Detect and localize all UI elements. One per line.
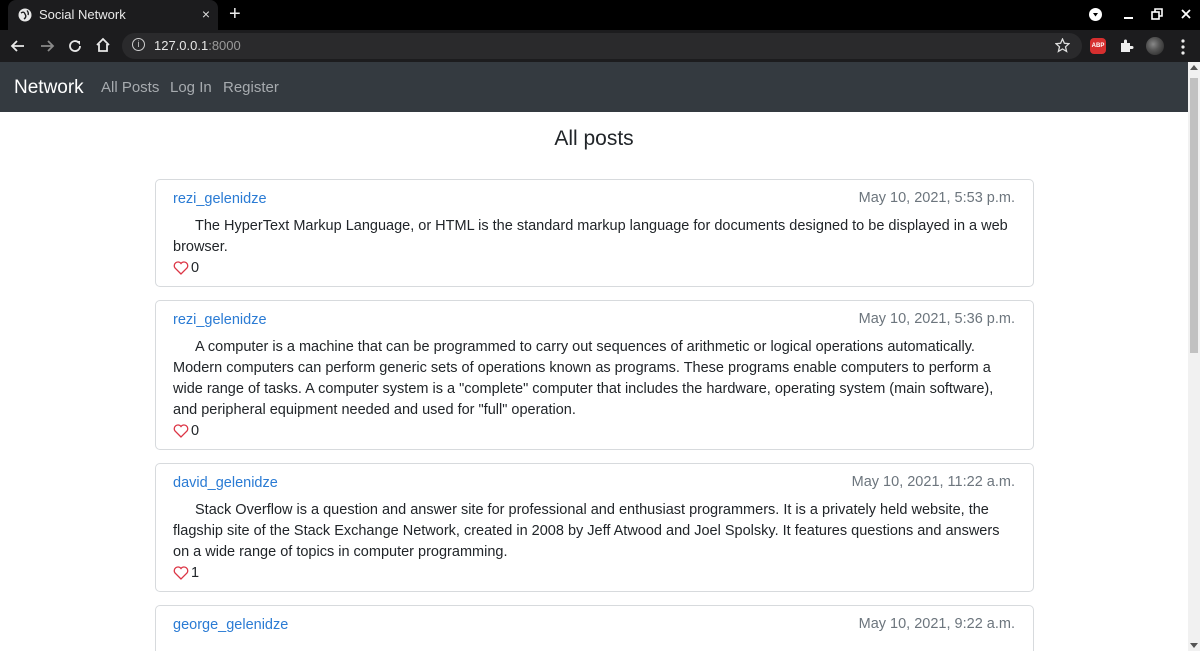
minimize-icon[interactable] <box>1123 10 1135 20</box>
post-timestamp: May 10, 2021, 5:36 p.m. <box>858 311 1015 327</box>
nav-link-log-in[interactable]: Log In <box>170 79 212 96</box>
post-likes: 1 <box>173 565 1016 581</box>
page-scrollbar[interactable] <box>1188 62 1200 651</box>
menu-icon[interactable] <box>1180 39 1186 55</box>
scrollbar-thumb[interactable] <box>1190 78 1198 353</box>
window-close-icon[interactable] <box>1180 8 1192 20</box>
post-likes: 0 <box>173 423 1016 439</box>
post-card: rezi_gelenidze May 10, 2021, 5:36 p.m. A… <box>155 300 1034 450</box>
address-bar[interactable]: i 127.0.0.1:8000 <box>122 33 1082 59</box>
post-author-link[interactable]: george_gelenidze <box>173 617 288 633</box>
like-count: 0 <box>191 423 200 439</box>
new-tab-button[interactable]: + <box>229 3 241 26</box>
reload-icon[interactable] <box>67 38 83 54</box>
post-timestamp: May 10, 2021, 5:53 p.m. <box>858 190 1015 206</box>
post-author-link[interactable]: david_gelenidze <box>173 475 278 491</box>
post-timestamp: May 10, 2021, 9:22 a.m. <box>858 616 1015 632</box>
browser-tab[interactable]: Social Network × <box>8 0 218 30</box>
media-control-icon[interactable] <box>1089 8 1102 21</box>
profile-avatar[interactable] <box>1146 37 1164 55</box>
post-body: Stack Overflow is a question and answer … <box>173 502 1000 560</box>
extensions-icon[interactable] <box>1119 38 1134 53</box>
post-card: david_gelenidze May 10, 2021, 11:22 a.m.… <box>155 463 1034 592</box>
restore-icon[interactable] <box>1151 8 1163 20</box>
post-author-link[interactable]: rezi_gelenidze <box>173 191 267 207</box>
info-icon[interactable]: i <box>132 38 145 51</box>
posts-list: rezi_gelenidze May 10, 2021, 5:53 p.m. T… <box>155 179 1034 651</box>
heart-icon[interactable] <box>173 424 189 438</box>
nav-link-all-posts[interactable]: All Posts <box>101 79 159 96</box>
home-icon[interactable] <box>95 37 111 53</box>
navbar-brand[interactable]: Network <box>14 77 84 99</box>
tab-close-icon[interactable]: × <box>202 6 210 22</box>
post-author-link[interactable]: rezi_gelenidze <box>173 312 267 328</box>
page-title: All posts <box>554 127 634 150</box>
post-card: george_gelenidze May 10, 2021, 9:22 a.m. <box>155 605 1034 651</box>
star-icon[interactable] <box>1055 38 1070 53</box>
like-count: 1 <box>191 565 200 581</box>
globe-icon <box>18 8 32 22</box>
post-likes: 0 <box>173 260 1016 276</box>
tab-title: Social Network <box>39 7 126 22</box>
browser-toolbar: i 127.0.0.1:8000 ABP <box>0 30 1200 62</box>
browser-tab-bar: Social Network × + <box>0 0 1200 30</box>
post-body: The HyperText Markup Language, or HTML i… <box>173 218 1008 255</box>
heart-icon[interactable] <box>173 261 189 275</box>
heart-icon[interactable] <box>173 566 189 580</box>
post-card: rezi_gelenidze May 10, 2021, 5:53 p.m. T… <box>155 179 1034 287</box>
adblock-icon[interactable]: ABP <box>1090 38 1106 54</box>
site-navbar: Network All Posts Log In Register <box>0 62 1188 112</box>
scroll-up-icon[interactable] <box>1190 65 1198 70</box>
scroll-down-icon[interactable] <box>1190 643 1198 648</box>
post-body: A computer is a machine that can be prog… <box>173 339 994 418</box>
url-text[interactable]: 127.0.0.1:8000 <box>154 38 241 53</box>
forward-icon[interactable] <box>39 38 55 54</box>
post-timestamp: May 10, 2021, 11:22 a.m. <box>851 474 1015 490</box>
nav-link-register[interactable]: Register <box>223 79 279 96</box>
back-icon[interactable] <box>10 38 26 54</box>
like-count: 0 <box>191 260 200 276</box>
url-host: 127.0.0.1 <box>154 38 209 53</box>
url-port: :8000 <box>208 38 241 53</box>
